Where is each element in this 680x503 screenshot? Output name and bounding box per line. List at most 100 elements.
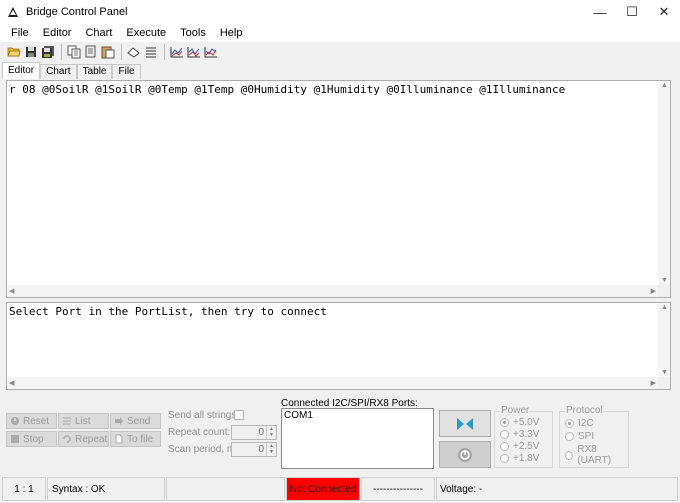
radio-selected-icon (500, 418, 509, 427)
power-option-3v3[interactable]: +3.3V (500, 429, 539, 440)
paste-icon[interactable] (100, 44, 116, 60)
list-icon (62, 416, 72, 426)
scroll-corner (658, 285, 670, 297)
window-title: Bridge Control Panel (26, 6, 128, 18)
repeat-label: Repeat (75, 433, 108, 445)
chart2-icon[interactable] (186, 44, 202, 60)
power-option-2v5[interactable]: +2.5V (500, 441, 539, 452)
list-button[interactable]: List (58, 413, 109, 429)
send-all-strings-checkbox[interactable] (234, 410, 244, 420)
close-button[interactable]: ✕ (648, 0, 680, 24)
radio-icon (500, 442, 509, 451)
scroll-up-icon[interactable]: ▲ (661, 304, 668, 311)
scroll-right-icon[interactable]: ▶ (651, 379, 656, 387)
repeat-count-label: Repeat count: (168, 427, 231, 438)
port-item[interactable]: COM1 (282, 409, 433, 422)
menu-editor[interactable]: Editor (36, 27, 79, 39)
tab-file[interactable]: File (112, 64, 141, 79)
open-folder-icon[interactable] (6, 44, 22, 60)
repeat-button[interactable]: Repeat (58, 431, 109, 447)
console-horizontal-scrollbar[interactable]: ◀ ▶ (7, 377, 658, 389)
scroll-left-icon[interactable]: ◀ (9, 379, 14, 387)
reset-label: Reset (23, 415, 50, 427)
protocol-option-label: I2C (578, 418, 594, 429)
power-title: Power (500, 405, 531, 416)
to-file-label: To file (127, 433, 154, 445)
reset-icon (10, 416, 20, 426)
control-panel: Reset List Send Stop Repeat To file Send… (0, 392, 680, 472)
radio-icon (500, 454, 509, 463)
stop-icon (10, 434, 20, 444)
scan-period-value: 0 (258, 444, 264, 455)
minimize-button[interactable]: — (584, 0, 616, 24)
protocol-title: Protocol (565, 405, 604, 416)
radio-icon (500, 430, 509, 439)
send-button[interactable]: Send (110, 413, 161, 429)
stop-button[interactable]: Stop (6, 431, 57, 447)
radio-icon (565, 450, 574, 460)
repeat-count-stepper[interactable]: 0 ▲ ▼ (231, 425, 277, 440)
editor-vertical-scrollbar[interactable]: ▲ ▼ (658, 81, 670, 285)
menu-execute[interactable]: Execute (119, 27, 173, 39)
scroll-up-icon[interactable]: ▲ (661, 82, 668, 89)
title-bar: Bridge Control Panel — ☐ ✕ (0, 0, 680, 24)
send-icon (114, 416, 124, 426)
connection-status: Not Connected (286, 477, 360, 501)
scroll-left-icon[interactable]: ◀ (9, 287, 14, 295)
scroll-right-icon[interactable]: ▶ (651, 287, 656, 295)
chart3-icon[interactable] (203, 44, 219, 60)
output-console[interactable]: Select Port in the PortList, then try to… (6, 302, 671, 390)
protocol-option-label: SPI (578, 431, 595, 442)
copy-icon[interactable] (66, 44, 82, 60)
tab-chart[interactable]: Chart (40, 64, 77, 79)
reset-button[interactable]: Reset (6, 413, 57, 429)
stepper-arrows-icon[interactable]: ▲ ▼ (266, 426, 276, 439)
scroll-corner (658, 377, 670, 389)
stop-label: Stop (23, 433, 44, 445)
send-label: Send (127, 415, 151, 427)
file-icon (114, 434, 124, 444)
scroll-down-icon[interactable]: ▼ (661, 369, 668, 376)
scan-period-stepper[interactable]: 0 ▲ ▼ (231, 442, 277, 457)
cut-icon[interactable] (83, 44, 99, 60)
console-vertical-scrollbar[interactable]: ▲ ▼ (658, 303, 670, 377)
menu-file[interactable]: File (4, 27, 36, 39)
radio-icon (565, 432, 574, 441)
scroll-down-icon[interactable]: ▼ (661, 277, 668, 284)
maximize-button[interactable]: ☐ (616, 0, 648, 24)
protocol-group: Protocol I2C SPI RX8 (UART) (559, 405, 629, 468)
menu-tools[interactable]: Tools (173, 27, 213, 39)
save-icon[interactable] (23, 44, 39, 60)
tab-editor[interactable]: Editor (2, 62, 41, 79)
menu-help[interactable]: Help (213, 27, 250, 39)
toolbar (0, 42, 680, 62)
menu-chart[interactable]: Chart (78, 27, 119, 39)
list-icon[interactable] (143, 44, 159, 60)
protocol-option-spi[interactable]: SPI (565, 431, 594, 442)
power-option-5v[interactable]: +5.0V (500, 417, 539, 428)
chart-icon[interactable] (169, 44, 185, 60)
toolbar-separator (121, 44, 122, 60)
protocol-option-i2c[interactable]: I2C (565, 418, 594, 429)
protocol-option-rx8[interactable]: RX8 (UART) (565, 444, 628, 466)
toolbar-separator (61, 44, 62, 60)
syntax-status: Syntax : OK (47, 477, 165, 501)
tab-table[interactable]: Table (76, 64, 113, 79)
menu-bar: File Editor Chart Execute Tools Help (0, 24, 680, 42)
connect-button[interactable] (439, 410, 491, 437)
power-button[interactable] (439, 441, 491, 468)
stepper-arrows-icon[interactable]: ▲ ▼ (266, 443, 276, 456)
power-option-1v8[interactable]: +1.8V (500, 453, 539, 464)
power-option-label: +2.5V (513, 441, 540, 452)
power-option-label: +3.3V (513, 429, 540, 440)
script-editor[interactable]: r 08 @0SoilR @1SoilR @0Temp @1Temp @0Hum… (6, 80, 671, 298)
eraser-icon[interactable] (126, 44, 142, 60)
editor-horizontal-scrollbar[interactable]: ◀ ▶ (7, 285, 658, 297)
power-icon (458, 447, 472, 462)
ports-list[interactable]: COM1 (281, 408, 434, 469)
voltage-readout: Voltage: - (436, 477, 678, 501)
protocol-option-label: RX8 (UART) (577, 444, 612, 466)
to-file-button[interactable]: To file (110, 431, 161, 447)
status-bar: 1 : 1 Syntax : OK Not Connected --------… (0, 475, 680, 503)
save-all-icon[interactable] (40, 44, 56, 60)
